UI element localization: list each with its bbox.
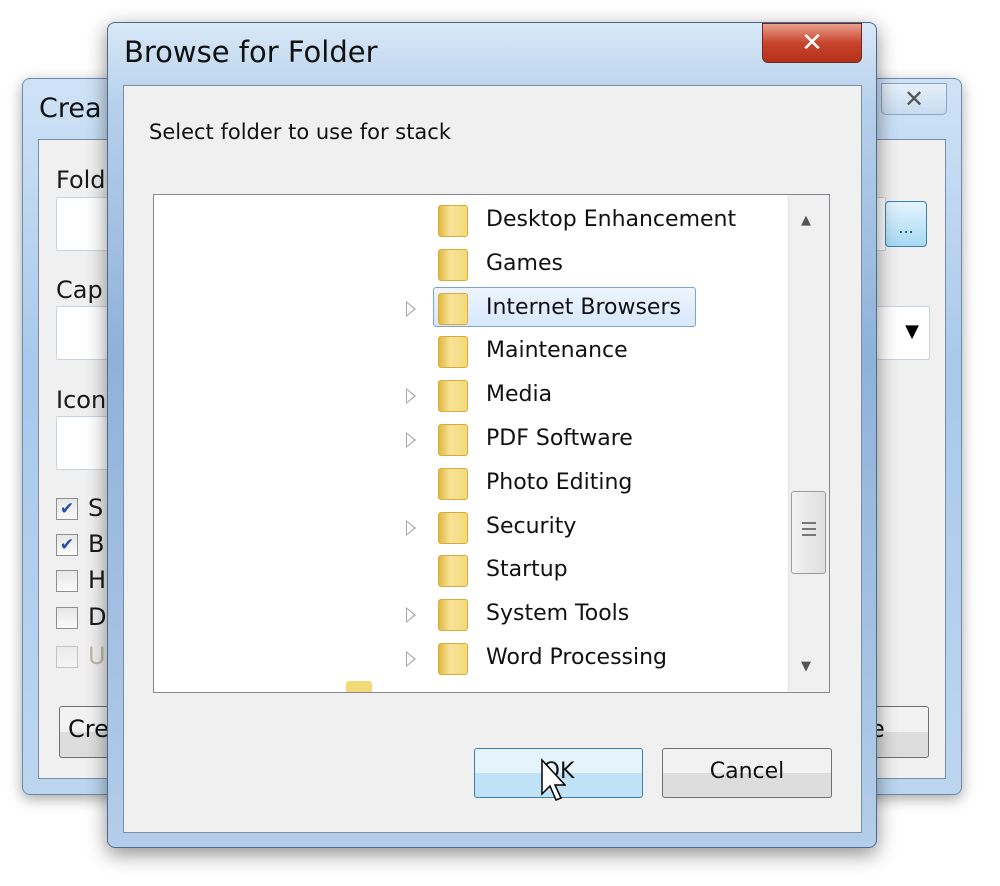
close-icon[interactable]: ✕: [881, 83, 947, 115]
scroll-down-icon[interactable]: ▼: [801, 659, 811, 674]
folder-icon: [438, 424, 468, 456]
folder-icon: [438, 643, 468, 675]
browse-for-folder-dialog: Browse for Folder ✕ Select folder to use…: [107, 22, 877, 848]
close-icon[interactable]: ✕: [762, 23, 862, 63]
expand-arrow-icon[interactable]: [406, 300, 416, 317]
dialog-client: Select folder to use for stack Desktop E…: [123, 85, 862, 833]
window-title: Crea: [39, 93, 102, 124]
tree-item[interactable]: Startup: [154, 551, 794, 591]
folder-icon: [438, 555, 468, 588]
checkbox-item[interactable]: ✔ S: [56, 494, 103, 522]
expand-arrow-icon[interactable]: [406, 388, 416, 405]
tree-item-label: Games: [486, 250, 563, 276]
tree-item-label: Internet Browsers: [486, 294, 681, 320]
tree-item[interactable]: Photo Editing: [154, 464, 794, 504]
expand-arrow-icon[interactable]: [406, 519, 416, 536]
caption-label: Cap: [56, 276, 103, 304]
checkbox[interactable]: ✔: [56, 534, 78, 556]
vertical-scrollbar[interactable]: ▲ ▼: [788, 195, 829, 692]
checkbox[interactable]: [56, 570, 78, 592]
folder-icon: [438, 380, 468, 413]
cancel-button[interactable]: Cancel: [662, 748, 832, 798]
scroll-thumb[interactable]: [791, 491, 826, 574]
tree-item-label: PDF Software: [486, 426, 633, 451]
checkbox-item[interactable]: ✔ B: [56, 530, 104, 558]
folder-icon: [438, 467, 468, 500]
folder-icon: [438, 205, 468, 237]
scroll-up-icon[interactable]: ▲: [801, 213, 811, 228]
tree-item-label: Word Processing: [486, 645, 668, 670]
tree-item[interactable]: System Tools: [154, 595, 794, 635]
expand-arrow-icon[interactable]: [406, 607, 416, 624]
folder-tree[interactable]: Desktop Enhancement Games Internet Browser…: [153, 194, 830, 693]
folder-icon: [346, 681, 372, 692]
checkbox-item[interactable]: D: [56, 603, 106, 631]
checkbox[interactable]: ✔: [56, 498, 78, 520]
tree-item-label: Security: [486, 513, 577, 539]
tree-item-label: Photo Editing: [486, 469, 633, 495]
tree-item-label: System Tools: [486, 601, 630, 627]
tree-item[interactable]: Games: [154, 245, 794, 285]
expand-arrow-icon[interactable]: [406, 651, 416, 667]
chevron-down-icon: ▼: [905, 321, 919, 342]
tree-item-label: Startup: [486, 557, 568, 583]
expand-arrow-icon[interactable]: [406, 432, 416, 448]
tree-item[interactable]: Security: [154, 508, 794, 548]
checkbox: [56, 646, 78, 668]
folder-icon: [438, 599, 468, 632]
tree-item-label: Media: [486, 382, 553, 408]
tree-item-label: Maintenance: [486, 338, 628, 364]
tree-item[interactable]: Media: [154, 376, 794, 416]
tree-item[interactable]: Desktop Enhancement: [154, 201, 794, 241]
tree-item[interactable]: Word Processing: [154, 639, 794, 679]
checkbox-item[interactable]: H: [56, 566, 106, 594]
tree-item[interactable]: Internet Browsers: [154, 286, 794, 329]
dialog-prompt: Select folder to use for stack: [149, 120, 451, 144]
checkbox[interactable]: [56, 607, 78, 629]
mouse-cursor-icon: [541, 758, 566, 801]
dialog-title: Browse for Folder: [124, 35, 378, 69]
folder-label: Fold: [56, 166, 106, 194]
checkbox-item: U: [56, 642, 106, 670]
folder-icon: [438, 248, 468, 281]
folder-icon: [438, 336, 468, 369]
folder-icon: [438, 292, 468, 325]
tree-item-label: Desktop Enhancement: [486, 207, 737, 232]
tree-item[interactable]: Maintenance: [154, 332, 794, 372]
icon-label: Icon: [56, 386, 107, 414]
tree-item[interactable]: PDF Software: [154, 420, 794, 460]
browse-button[interactable]: ...: [885, 201, 927, 247]
folder-icon: [438, 511, 468, 544]
